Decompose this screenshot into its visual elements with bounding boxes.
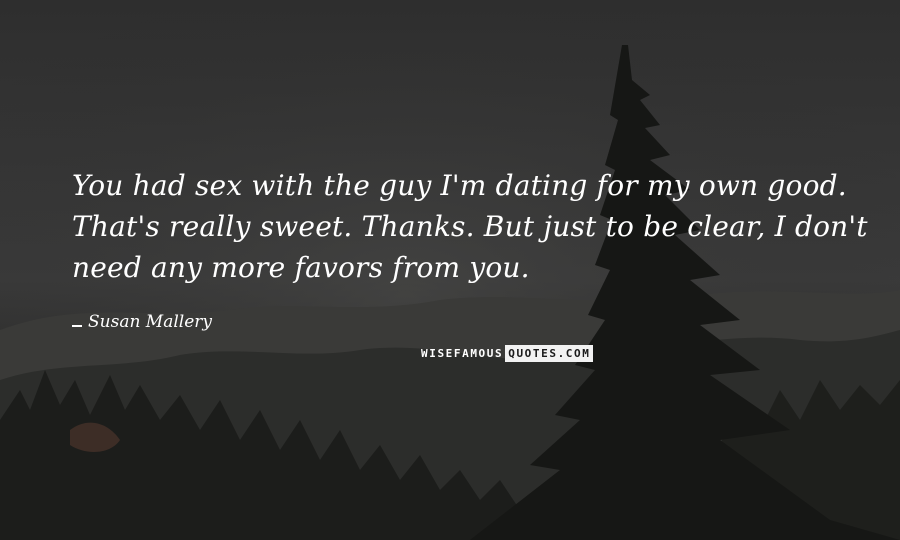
author-dash	[72, 325, 82, 327]
quote-line-2: That's really sweet. Thanks. But just to…	[72, 210, 868, 243]
quote-image: You had sex with the guy I'm dating for …	[0, 0, 900, 540]
quote-line-3: need any more favors from you.	[72, 251, 530, 284]
watermark-logo: WISEFAMOUS QUOTES.COM	[421, 345, 594, 362]
watermark-part-1: WISEFAMOUS	[421, 347, 504, 360]
author-name: Susan Mallery	[88, 312, 213, 332]
watermark-part-2: QUOTES.COM	[505, 345, 594, 362]
quote-text: You had sex with the guy I'm dating for …	[72, 165, 872, 288]
quote-line-1: You had sex with the guy I'm dating for …	[72, 169, 847, 202]
